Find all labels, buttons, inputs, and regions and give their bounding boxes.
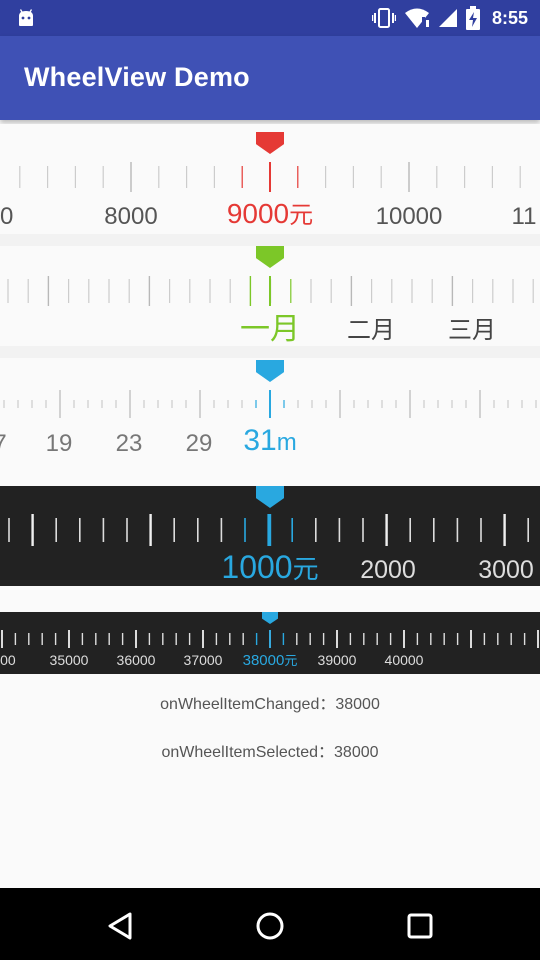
divider (0, 346, 540, 358)
wheel-meter-selected-label: 31m (243, 424, 296, 457)
page-title: WheelView Demo (24, 62, 250, 92)
wheel-meter-label: 7 (0, 430, 7, 457)
recents-icon[interactable] (400, 906, 440, 946)
wheel-month-canvas[interactable]: 一月 二月 三月 (0, 246, 540, 346)
status-bar: 8:55 (0, 0, 540, 36)
wheel-yuan-label: 11 (512, 203, 537, 230)
wheel-yuan-canvas[interactable]: 00 8000 9000元 10000 11 (0, 124, 540, 234)
navigation-bar (0, 888, 540, 960)
wheel-month-label: 二月 (347, 317, 395, 344)
selection-pointer-icon (262, 612, 278, 624)
wifi-icon (404, 8, 429, 28)
wheel-yuan-selected-label: 9000元 (227, 198, 313, 229)
wheel-dark-small-label: 37000 (184, 652, 223, 668)
wheel-dark-small-label: 36000 (117, 652, 156, 668)
wheel-meter-label: 29 (186, 430, 213, 457)
app-bar: WheelView Demo (0, 36, 540, 120)
item-selected-text: onWheelItemSelected：38000 (161, 744, 379, 761)
selection-pointer-icon (256, 246, 284, 268)
wheel-yuan-label: 00 (0, 203, 13, 230)
selection-pointer-icon (256, 132, 284, 154)
home-icon[interactable] (250, 906, 290, 946)
wheel-dark-small-label: 40000 (385, 652, 424, 668)
wheel-yuan[interactable]: 00 8000 9000元 10000 11 (0, 124, 540, 234)
wheel-dark-small-canvas[interactable]: 000 35000 36000 37000 38000元 39000 40000 (0, 612, 540, 674)
wheel-meter[interactable]: 7 19 23 29 31m (0, 358, 540, 462)
wheel-dark-small-label: 35000 (50, 652, 89, 668)
wheel-dark-yuan-selected-label: 1000元 (221, 549, 318, 585)
wheel-dark-small-label: 000 (0, 652, 16, 668)
android-icon (19, 9, 33, 26)
selection-pointer-icon (256, 360, 284, 382)
wheel-dark-small-label: 39000 (318, 652, 357, 668)
wheel-meter-label: 23 (116, 430, 143, 457)
battery-charging-icon (465, 6, 480, 30)
wheel-dark-yuan-label: 3000 (478, 556, 534, 584)
wheel-dark-yuan[interactable]: 1000元 2000 3000 (0, 486, 540, 586)
wheel-dark-small[interactable]: 000 35000 36000 37000 38000元 39000 40000 (0, 612, 540, 674)
status-time: 8:55 (491, 7, 528, 28)
item-changed-text: onWheelItemChanged：38000 (160, 696, 380, 713)
signal-icon (438, 9, 457, 27)
wheel-month-label: 三月 (448, 317, 496, 344)
back-icon[interactable] (100, 906, 140, 946)
wheel-meter-label: 19 (46, 430, 73, 457)
vibrate-icon (371, 8, 396, 28)
divider (0, 234, 540, 246)
wheel-yuan-label: 8000 (104, 203, 157, 230)
wheel-dark-yuan-canvas[interactable]: 1000元 2000 3000 (0, 486, 540, 586)
wheel-dark-small-selected-label: 38000元 (243, 652, 298, 669)
wheel-yuan-label: 10000 (376, 203, 443, 230)
wheel-meter-canvas[interactable]: 7 19 23 29 31m (0, 358, 540, 462)
wheel-dark-yuan-label: 2000 (360, 556, 416, 584)
wheel-month[interactable]: 一月 二月 三月 (0, 246, 540, 346)
selection-pointer-icon (256, 486, 284, 508)
wheel-month-selected-label: 一月 (240, 313, 300, 346)
